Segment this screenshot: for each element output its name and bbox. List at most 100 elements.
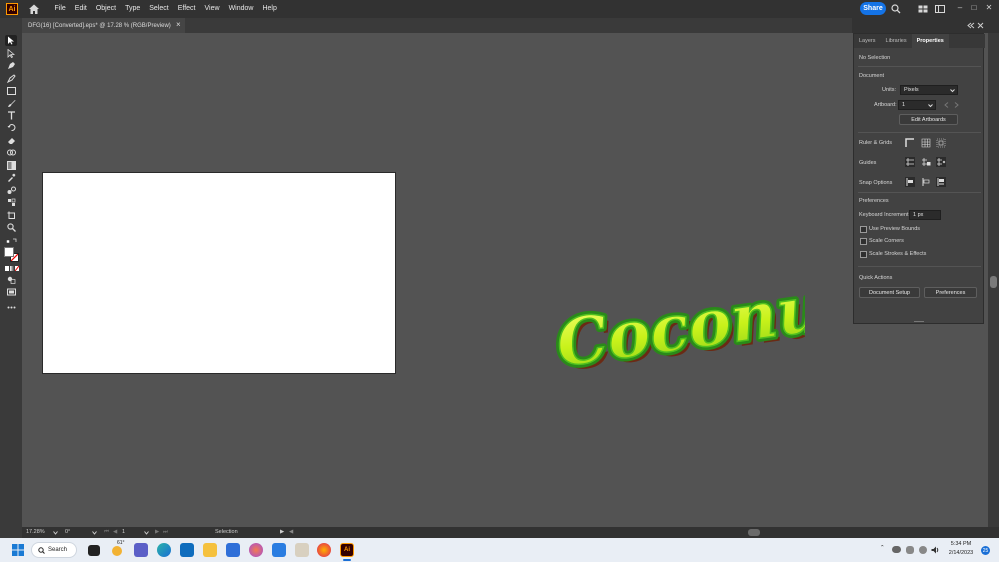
artboard[interactable] (42, 172, 396, 374)
illustrator-taskbar-icon[interactable]: Ai (340, 543, 354, 557)
use-preview-bounds-checkbox[interactable] (860, 226, 867, 233)
next-artboard-icon[interactable]: ▶ (155, 527, 159, 538)
blend-tool-icon[interactable] (5, 185, 17, 196)
eyedropper-tool-icon[interactable] (5, 172, 17, 183)
direct-selection-tool-icon[interactable] (5, 48, 17, 59)
tab-close-icon[interactable]: × (176, 20, 181, 30)
units-select[interactable]: Pixels (900, 85, 958, 95)
vertical-scroll-thumb[interactable] (990, 276, 997, 288)
artboard-select[interactable]: 1 (898, 100, 936, 110)
menu-file[interactable]: File (50, 0, 70, 18)
tray-app-icon-2[interactable] (919, 546, 927, 554)
menu-view[interactable]: View (200, 0, 224, 18)
next-artboard-icon[interactable] (954, 102, 959, 108)
color-button[interactable] (5, 266, 9, 271)
menu-type[interactable]: Type (121, 0, 145, 18)
last-artboard-icon[interactable]: ⏭ (163, 527, 168, 538)
chevron-down-icon[interactable] (144, 531, 149, 535)
task-view-icon[interactable] (88, 545, 100, 556)
shape-builder-tool-icon[interactable] (5, 147, 17, 158)
paintbrush-tool-icon[interactable] (5, 98, 17, 109)
curvature-tool-icon[interactable] (5, 73, 17, 84)
previous-artboard-icon[interactable] (944, 102, 949, 108)
home-icon[interactable] (28, 3, 40, 15)
lock-guides-icon[interactable] (921, 157, 931, 167)
artboard-tool-icon[interactable] (5, 210, 17, 221)
rectangle-tool-icon[interactable] (5, 85, 17, 96)
rotate-tool-icon[interactable] (5, 122, 17, 133)
menu-edit[interactable]: Edit (70, 0, 91, 18)
close-window-button[interactable]: ✕ (982, 0, 996, 16)
panel-resize-grip[interactable] (914, 321, 924, 322)
minimize-button[interactable]: – (953, 0, 967, 16)
rotation-value[interactable]: 0° (65, 527, 70, 538)
workspace-icon[interactable] (935, 4, 945, 14)
teams-icon[interactable] (134, 543, 148, 557)
tab-layers[interactable]: Layers (854, 34, 881, 48)
menu-select[interactable]: Select (145, 0, 173, 18)
outlook-icon[interactable] (180, 543, 194, 557)
eraser-tool-icon[interactable] (5, 135, 17, 146)
search-icon[interactable] (891, 4, 901, 14)
menu-help[interactable]: Help (258, 0, 281, 18)
maximize-button[interactable]: □ (967, 0, 981, 16)
app-icon[interactable] (249, 543, 263, 557)
grid-icon[interactable] (921, 138, 931, 148)
more-tools-icon[interactable] (5, 302, 17, 313)
document-tab[interactable]: DFG(16) [Converted].eps* @ 17.28 % (RGB/… (22, 18, 185, 33)
fill-swatch[interactable] (4, 247, 14, 257)
swap-fill-stroke-icon[interactable] (5, 236, 17, 247)
gradient-button[interactable] (10, 266, 14, 271)
previous-artboard-icon[interactable]: ◀ (113, 527, 117, 538)
smart-guides-icon[interactable] (936, 157, 946, 167)
clock-date[interactable]: 2/14/2023 (945, 550, 977, 556)
gradient-tool-icon[interactable] (5, 160, 17, 171)
first-artboard-icon[interactable]: ⏮ (104, 527, 109, 538)
ruler-icon[interactable] (905, 138, 915, 148)
horizontal-scroll-thumb[interactable] (748, 529, 760, 536)
preferences-button[interactable]: Preferences (924, 287, 977, 298)
chevron-down-icon[interactable] (53, 531, 58, 535)
notification-badge[interactable]: 25 (981, 546, 990, 555)
keyboard-increment-input[interactable]: 1 px (909, 210, 941, 220)
taskbar-search[interactable]: Search (31, 542, 77, 558)
type-tool-icon[interactable] (5, 110, 17, 121)
screen-mode-icon[interactable] (5, 286, 17, 297)
clock-time[interactable]: 5:34 PM (945, 541, 977, 547)
zoom-level[interactable]: 17.28% (26, 527, 45, 538)
symbol-sprayer-tool-icon[interactable] (5, 197, 17, 208)
onedrive-icon[interactable] (892, 546, 901, 553)
coconut-artwork[interactable]: Coconut Coconut Coconut (545, 262, 805, 382)
photos-icon[interactable] (295, 543, 309, 557)
snap-to-point-icon[interactable] (905, 177, 915, 187)
scale-corners-checkbox[interactable] (860, 238, 867, 245)
status-menu-icon[interactable]: ▶ (280, 527, 284, 538)
drawing-modes-icon[interactable] (5, 274, 17, 285)
share-button[interactable]: Share (860, 2, 886, 15)
menu-window[interactable]: Window (224, 0, 258, 18)
microsoft-store-icon[interactable] (226, 543, 240, 557)
tab-properties[interactable]: Properties (911, 34, 949, 48)
transparency-grid-icon[interactable] (936, 138, 946, 148)
chevron-down-icon[interactable] (92, 531, 97, 535)
mail-icon[interactable] (272, 543, 286, 557)
show-hidden-icons[interactable]: ⌃ (880, 545, 885, 551)
none-button[interactable] (15, 266, 19, 271)
arrange-documents-icon[interactable] (918, 4, 928, 14)
edit-artboards-button[interactable]: Edit Artboards (899, 114, 958, 125)
weather-icon[interactable] (112, 546, 122, 556)
collapse-panels-icon[interactable] (967, 22, 975, 29)
tab-libraries[interactable]: Libraries (881, 34, 912, 48)
pen-tool-icon[interactable] (5, 60, 17, 71)
windows-start-icon[interactable] (12, 544, 24, 556)
show-guides-icon[interactable] (905, 157, 915, 167)
snap-to-pixel-icon[interactable] (921, 177, 931, 187)
panel-close-icon[interactable] (977, 22, 984, 29)
menu-effect[interactable]: Effect (173, 0, 200, 18)
tray-app-icon[interactable] (906, 546, 914, 554)
volume-icon[interactable] (931, 546, 940, 554)
artboard-number[interactable]: 1 (122, 527, 125, 538)
fill-stroke-swatch[interactable] (4, 247, 20, 263)
scroll-left-icon[interactable]: ◀ (289, 527, 293, 538)
menu-object[interactable]: Object (91, 0, 120, 18)
